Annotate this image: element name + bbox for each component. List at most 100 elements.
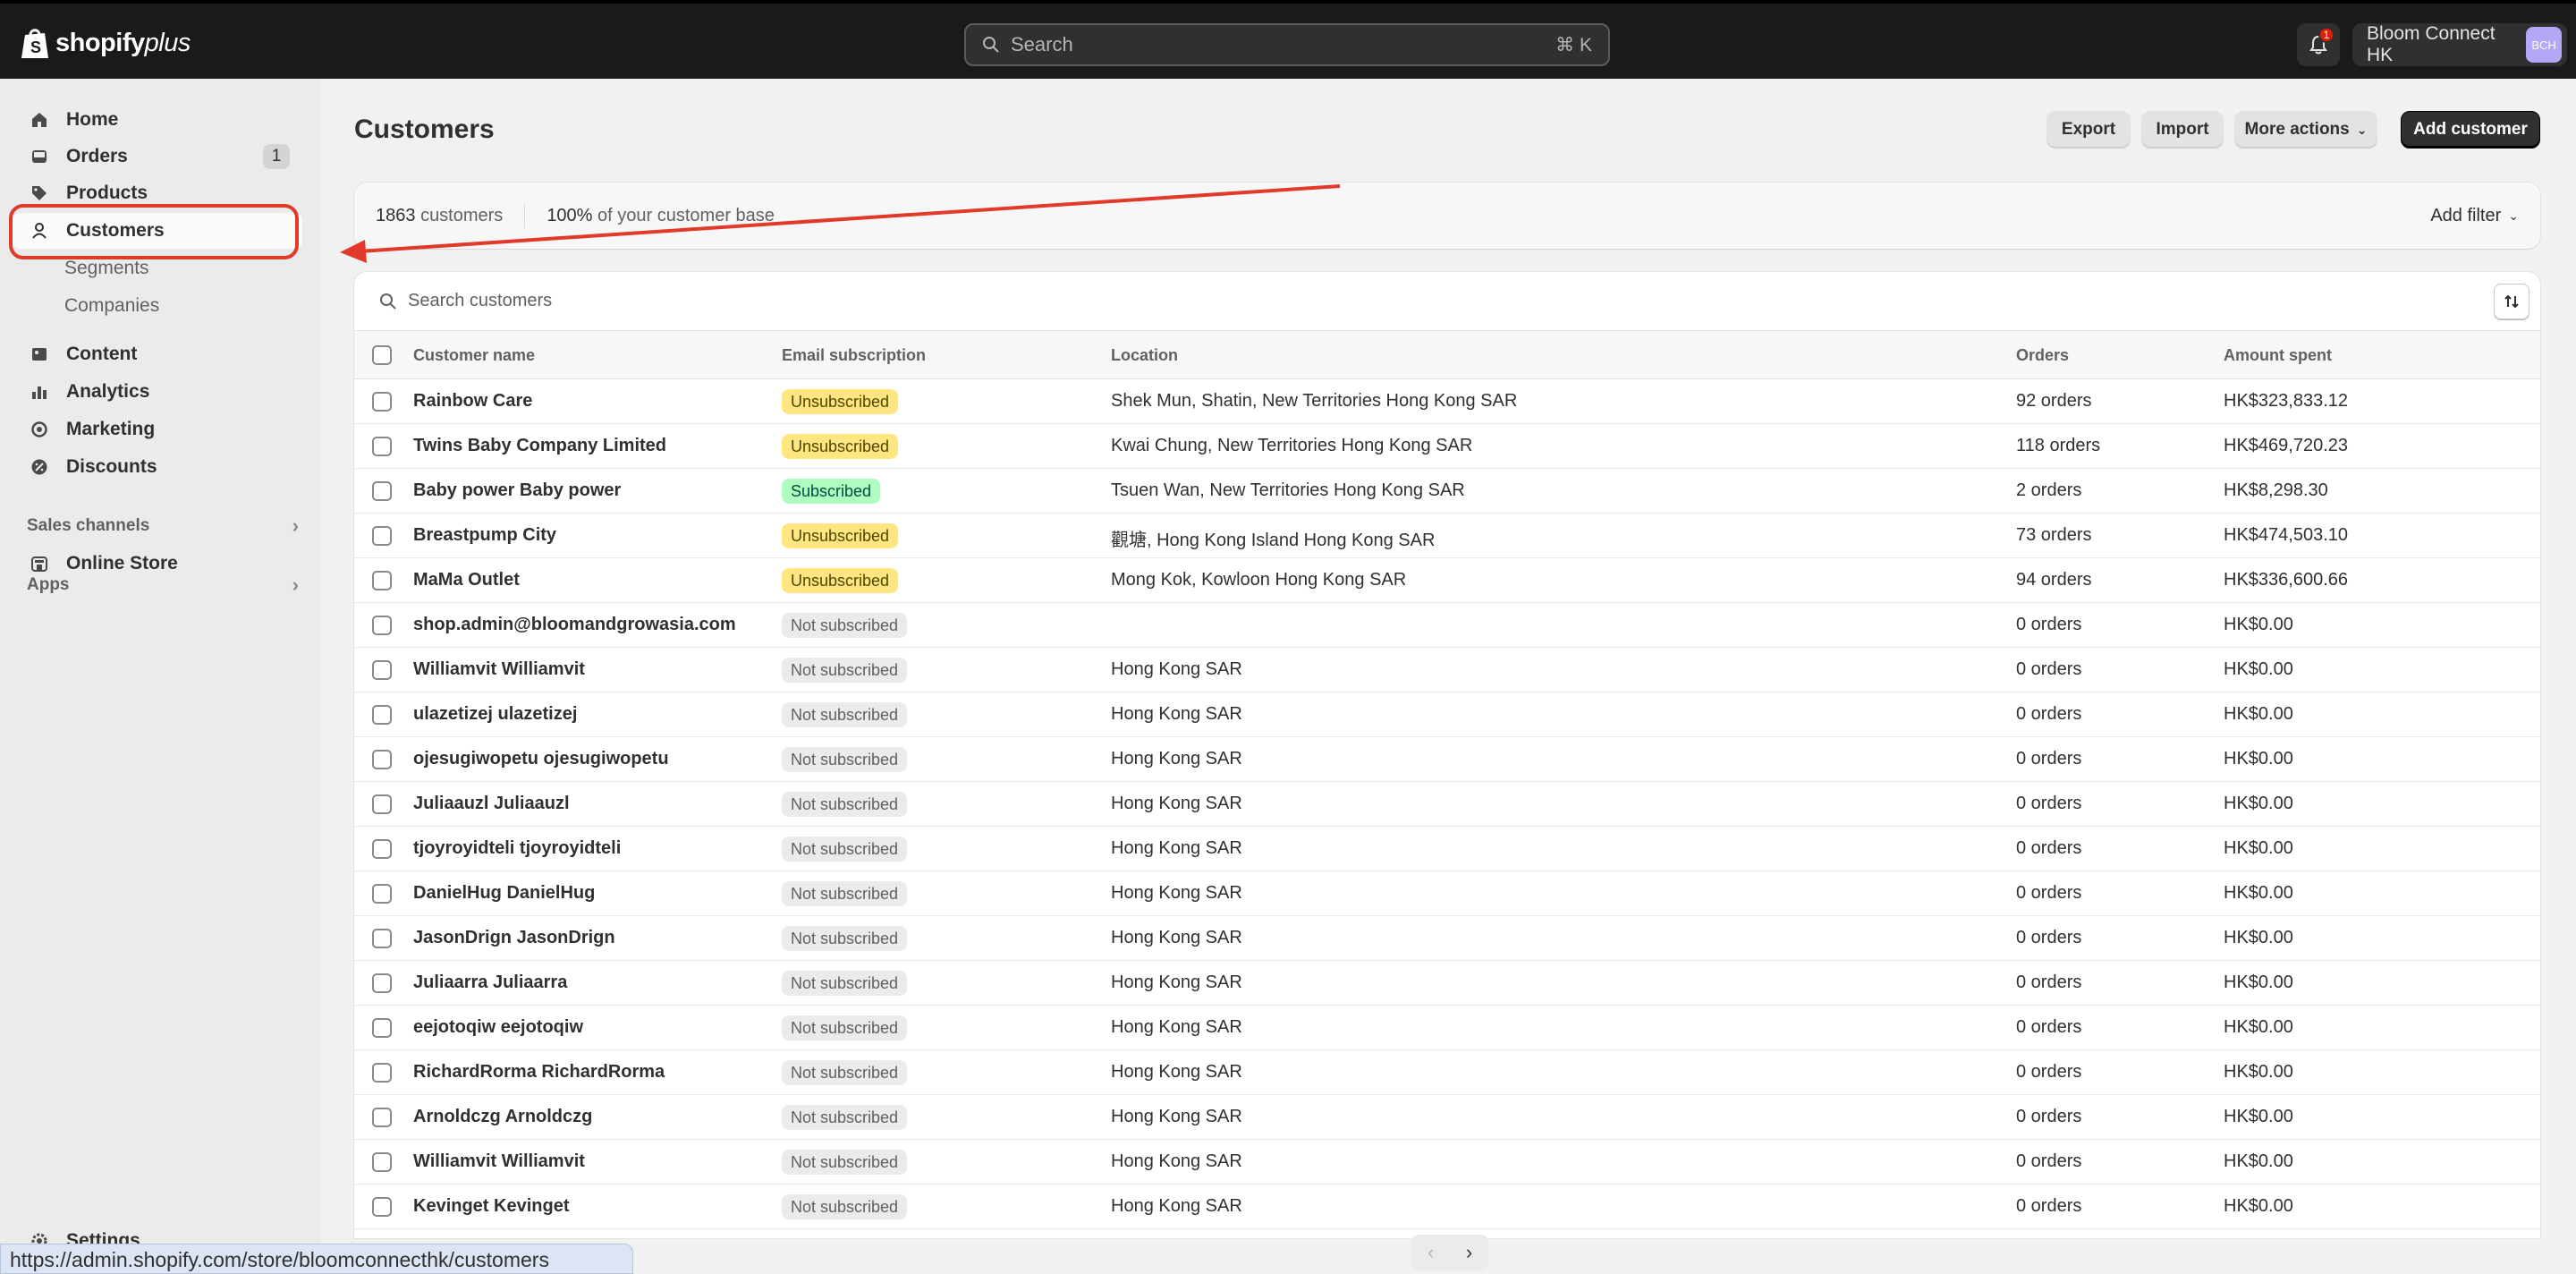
customer-name[interactable]: ojesugiwopetu ojesugiwopetu <box>413 749 669 769</box>
customer-name[interactable]: DanielHug DanielHug <box>413 883 595 904</box>
table-row[interactable]: Juliaarra Juliaarra Not subscribed Hong Ko… <box>354 961 2540 1006</box>
customer-name[interactable]: Williamvit Williamvit <box>413 659 585 680</box>
row-checkbox[interactable] <box>372 660 392 680</box>
table-row[interactable]: Arnoldczg Arnoldczg Not subscribed Hong Ko… <box>354 1095 2540 1140</box>
table-row[interactable]: JasonDrign JasonDrign Not subscribed Hong … <box>354 916 2540 961</box>
chevron-right-icon: › <box>292 573 299 596</box>
table-row[interactable]: Kevinget Kevinget Not subscribed Hong Kong… <box>354 1185 2540 1229</box>
table-row[interactable]: DanielHug DanielHug Not subscribed Hong Ko… <box>354 871 2540 916</box>
row-checkbox[interactable] <box>372 1063 392 1083</box>
customer-amount-spent: HK$474,503.10 <box>2224 525 2349 545</box>
table-row[interactable]: eejotoqiw eejotoqiw Not subscribed Hong Ko… <box>354 1006 2540 1050</box>
customer-amount-spent: HK$0.00 <box>2224 1151 2293 1171</box>
sidebar-item-label: Orders <box>66 146 128 166</box>
sidebar-item-analytics[interactable]: Analytics <box>13 374 302 410</box>
row-checkbox[interactable] <box>372 839 392 859</box>
row-checkbox[interactable] <box>372 794 392 814</box>
customer-name[interactable]: Rainbow Care <box>413 391 532 412</box>
global-search[interactable]: Search ⌘ K <box>964 23 1610 66</box>
customer-name[interactable]: shop.admin@bloomandgrowasia.com <box>413 615 736 635</box>
customer-name[interactable]: Twins Baby Company Limited <box>413 436 666 456</box>
sidebar-item-orders[interactable]: Orders 1 <box>13 139 302 174</box>
customer-name[interactable]: Breastpump City <box>413 525 556 546</box>
customer-name[interactable]: eejotoqiw eejotoqiw <box>413 1017 583 1038</box>
table-row[interactable]: tjoyroyidteli tjoyroyidteli Not subscribe… <box>354 827 2540 871</box>
row-checkbox[interactable] <box>372 1108 392 1127</box>
export-button[interactable]: Export <box>2046 111 2131 149</box>
row-checkbox[interactable] <box>372 1018 392 1038</box>
customer-name[interactable]: tjoyroyidteli tjoyroyidteli <box>413 838 621 859</box>
customer-name[interactable]: Williamvit Williamvit <box>413 1151 585 1172</box>
import-button[interactable]: Import <box>2141 111 2224 149</box>
add-customer-button[interactable]: Add customer <box>2401 111 2540 149</box>
notification-badge: 1 <box>2318 27 2334 43</box>
sidebar-item-companies[interactable]: Companies <box>13 288 302 324</box>
table-row[interactable]: Baby power Baby power Subscribed Tsuen Wan… <box>354 469 2540 514</box>
customer-name[interactable]: Arnoldczg Arnoldczg <box>413 1107 592 1127</box>
row-checkbox[interactable] <box>372 705 392 725</box>
sidebar-item-discounts[interactable]: Discounts <box>13 449 302 485</box>
customer-name[interactable]: ulazetizej ulazetizej <box>413 704 577 725</box>
table-row[interactable]: Williamvit Williamvit Not subscribed Hong … <box>354 1140 2540 1185</box>
next-page-button[interactable]: › <box>1466 1241 1472 1264</box>
row-checkbox[interactable] <box>372 973 392 993</box>
customer-name[interactable]: RichardRorma RichardRorma <box>413 1062 665 1083</box>
sidebar-item-home[interactable]: Home <box>13 102 302 138</box>
row-checkbox[interactable] <box>372 571 392 590</box>
customer-location: Tsuen Wan, New Territories Hong Kong SAR <box>1111 480 1465 500</box>
add-filter-button[interactable]: Add filter ⌄ <box>2430 206 2519 226</box>
table-row[interactable]: shop.admin@bloomandgrowasia.com Not subsc… <box>354 603 2540 648</box>
header-location[interactable]: Location <box>1111 346 1178 365</box>
customer-name[interactable]: Juliaarra Juliaarra <box>413 972 567 993</box>
customer-name[interactable]: Baby power Baby power <box>413 480 621 501</box>
sidebar-item-marketing[interactable]: Marketing <box>13 412 302 447</box>
sort-button[interactable] <box>2494 284 2529 319</box>
customer-location: Kwai Chung, New Territories Hong Kong SA… <box>1111 436 1473 455</box>
row-checkbox[interactable] <box>372 1197 392 1217</box>
apps-label: Apps <box>27 575 70 594</box>
image-icon <box>29 344 50 365</box>
row-checkbox[interactable] <box>372 929 392 948</box>
row-checkbox[interactable] <box>372 481 392 501</box>
table-row[interactable]: Juliaauzl Juliaauzl Not subscribed Hong Ko… <box>354 782 2540 827</box>
subscription-badge: Not subscribed <box>782 1015 908 1040</box>
table-row[interactable]: Williamvit Williamvit Not subscribed Hong … <box>354 648 2540 692</box>
table-row[interactable]: Twins Baby Company Limited Unsubscribed Kw… <box>354 424 2540 469</box>
row-checkbox[interactable] <box>372 750 392 769</box>
header-orders[interactable]: Orders <box>2016 346 2069 365</box>
previous-page-button[interactable]: ‹ <box>1428 1241 1434 1264</box>
customer-orders: 0 orders <box>2016 749 2082 769</box>
table-row[interactable]: RichardRorma RichardRorma Not subscribed H… <box>354 1050 2540 1095</box>
header-email-subscription[interactable]: Email subscription <box>782 346 926 365</box>
table-row[interactable]: Breastpump City Unsubscribed 觀塘, Hong Kong… <box>354 514 2540 558</box>
sales-channels-section[interactable]: Sales channels › <box>27 512 299 540</box>
customer-search-input[interactable]: Search customers <box>354 272 2540 331</box>
sidebar-item-content[interactable]: Content <box>13 336 302 372</box>
table-row[interactable]: ulazetizej ulazetizej Not subscribed Hong … <box>354 692 2540 737</box>
header-amount-spent[interactable]: Amount spent <box>2224 346 2332 365</box>
row-checkbox[interactable] <box>372 526 392 546</box>
table-row[interactable]: ojesugiwopetu ojesugiwopetu Not subscribe… <box>354 737 2540 782</box>
row-checkbox[interactable] <box>372 437 392 456</box>
customer-name[interactable]: Juliaauzl Juliaauzl <box>413 794 570 814</box>
shopify-plus-logo[interactable]: S shopifyplus <box>20 23 191 63</box>
sidebar-item-label: Discounts <box>66 456 157 477</box>
customer-name[interactable]: Kevinget Kevinget <box>413 1196 569 1217</box>
header-customer-name[interactable]: Customer name <box>413 346 535 365</box>
row-checkbox[interactable] <box>372 392 392 412</box>
row-checkbox[interactable] <box>372 1152 392 1172</box>
customer-amount-spent: HK$0.00 <box>2224 1062 2293 1082</box>
more-actions-button[interactable]: More actions ⌄ <box>2234 111 2377 149</box>
row-checkbox[interactable] <box>372 884 392 904</box>
table-row[interactable]: MaMa Outlet Unsubscribed Mong Kok, Kowloon… <box>354 558 2540 603</box>
customer-name[interactable]: JasonDrign JasonDrign <box>413 928 615 948</box>
notifications-button[interactable]: 1 <box>2297 23 2340 66</box>
row-checkbox[interactable] <box>372 616 392 635</box>
store-menu[interactable]: Bloom Connect HK BCH <box>2352 23 2567 66</box>
select-all-checkbox[interactable] <box>372 345 392 365</box>
apps-row[interactable]: Apps › <box>27 571 299 599</box>
customer-name[interactable]: MaMa Outlet <box>413 570 520 590</box>
search-icon <box>983 37 999 53</box>
customer-amount-spent: HK$8,298.30 <box>2224 480 2328 500</box>
table-row[interactable]: Rainbow Care Unsubscribed Shek Mun, Shatin… <box>354 379 2540 424</box>
